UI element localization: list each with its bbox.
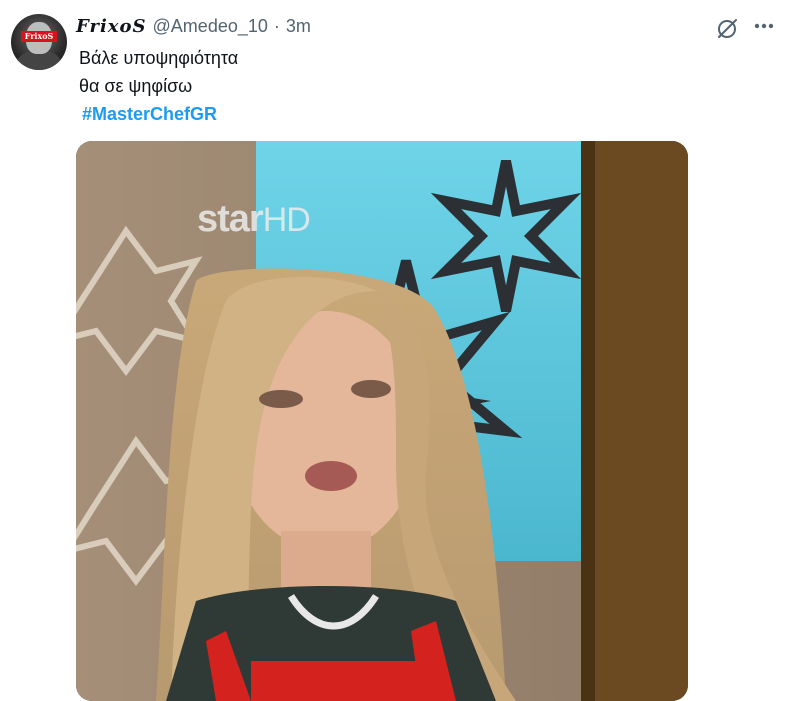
tweet: FrixoS FrixoS @Amedeo_10 · 3m Βάλε υποψη… — [0, 0, 799, 701]
media-watermark: starHD — [197, 198, 311, 241]
tweet-media[interactable]: starHD — [76, 141, 688, 701]
author-name[interactable]: FrixoS — [76, 16, 147, 37]
more-dots-icon — [754, 23, 774, 29]
media-image — [76, 141, 688, 701]
tweet-header: FrixoS @Amedeo_10 · 3m — [76, 14, 311, 38]
tweet-text-line-1: Βάλε υποψηφιότητα — [79, 48, 239, 68]
grok-slash-circle-icon — [718, 19, 737, 38]
watermark-hd: HD — [262, 201, 311, 239]
hashtag-link[interactable]: #MasterChefGR — [82, 104, 217, 124]
avatar[interactable]: FrixoS — [11, 14, 67, 70]
tweet-timestamp[interactable]: 3m — [286, 16, 311, 37]
tweet-text-line-2: θα σε ψηφίσω — [79, 76, 193, 96]
author-handle[interactable]: @Amedeo_10 — [153, 16, 268, 37]
more-options-button[interactable] — [751, 14, 781, 44]
watermark-main: star — [197, 198, 264, 240]
separator-dot: · — [273, 15, 280, 36]
tweet-text: Βάλε υποψηφιότητα θα σε ψηφίσω #MasterCh… — [79, 44, 238, 128]
avatar-label: FrixoS — [21, 31, 57, 42]
grok-button[interactable] — [712, 14, 742, 44]
